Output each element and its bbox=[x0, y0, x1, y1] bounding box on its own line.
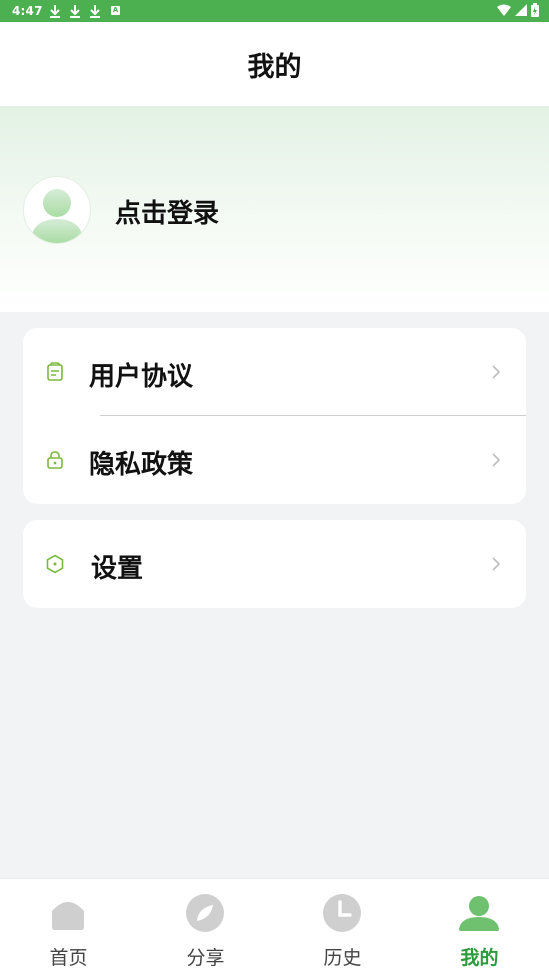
tab-label: 历史 bbox=[323, 947, 362, 969]
chevron-right-icon bbox=[492, 453, 501, 467]
menu-item-label: 隐私政策 bbox=[89, 450, 194, 480]
menu-card-legal: 用户协议 隐私政策 bbox=[23, 328, 526, 504]
title-bar: 我的 bbox=[0, 22, 549, 106]
menu-item-label: 设置 bbox=[91, 554, 144, 584]
battery-icon bbox=[531, 3, 539, 17]
status-indicators bbox=[497, 3, 539, 17]
menu-item-privacy-policy[interactable]: 隐私政策 bbox=[23, 416, 526, 504]
login-prompt[interactable]: 点击登录 bbox=[115, 193, 219, 230]
tab-home[interactable]: 首页 bbox=[0, 879, 137, 977]
status-bar: 4:47 A bbox=[0, 0, 549, 22]
avatar[interactable] bbox=[23, 176, 91, 244]
page-title: 我的 bbox=[247, 51, 302, 83]
tab-label: 首页 bbox=[49, 947, 88, 969]
chevron-right-icon bbox=[492, 365, 501, 379]
home-icon bbox=[52, 902, 84, 930]
lock-icon bbox=[47, 451, 63, 469]
menu-item-user-agreement[interactable]: 用户协议 bbox=[23, 328, 526, 416]
status-time: 4:47 bbox=[12, 4, 43, 18]
tab-mine[interactable]: 我的 bbox=[411, 879, 548, 977]
download-icon bbox=[70, 5, 80, 18]
default-avatar-icon bbox=[30, 189, 84, 243]
wifi-icon bbox=[497, 4, 511, 16]
tab-history[interactable]: 历史 bbox=[274, 879, 411, 977]
chevron-right-icon bbox=[492, 557, 501, 571]
document-icon bbox=[47, 362, 63, 381]
menu-item-label: 用户协议 bbox=[89, 362, 194, 392]
clock-icon bbox=[323, 894, 361, 932]
menu-card-settings: 设置 bbox=[23, 520, 526, 608]
download-icon bbox=[50, 5, 60, 18]
bottom-tab-bar: 首页 分享 历史 我的 bbox=[0, 878, 549, 977]
profile-header[interactable]: 点击登录 bbox=[0, 106, 549, 312]
compass-icon bbox=[186, 894, 224, 932]
tab-share[interactable]: 分享 bbox=[137, 879, 274, 977]
user-icon bbox=[459, 896, 499, 931]
download-icon bbox=[90, 5, 100, 18]
menu-item-settings[interactable]: 设置 bbox=[23, 520, 526, 608]
tab-label: 分享 bbox=[186, 947, 225, 969]
signal-icon bbox=[515, 4, 527, 16]
hexagon-settings-icon bbox=[46, 554, 64, 574]
notification-badge: A bbox=[111, 6, 120, 15]
tab-label: 我的 bbox=[460, 947, 499, 969]
